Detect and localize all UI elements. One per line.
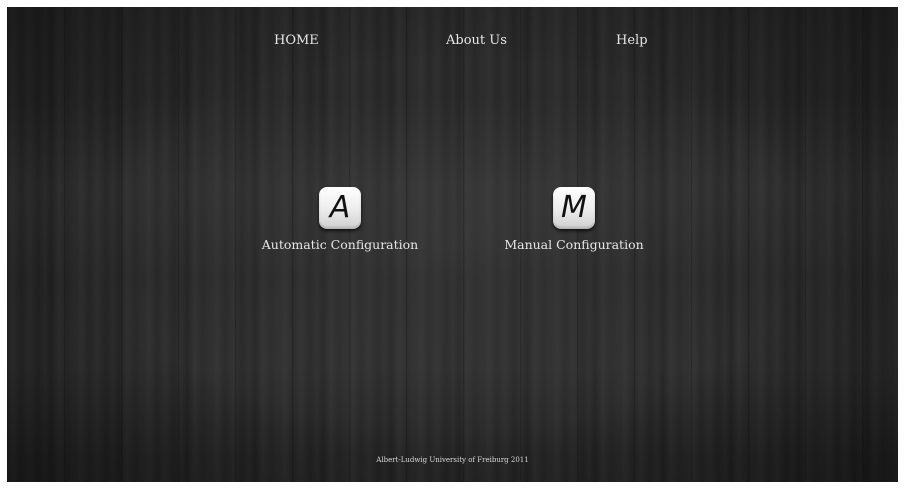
automatic-configuration-label[interactable]: Automatic Configuration: [257, 237, 423, 252]
footer-copyright: Albert-Ludwig University of Freiburg 201…: [376, 456, 529, 464]
automatic-configuration-option[interactable]: A Automatic Configuration: [257, 187, 423, 252]
nav-link-about-us[interactable]: About Us: [446, 33, 507, 48]
nav-link-home[interactable]: HOME: [274, 33, 319, 48]
manual-configuration-option[interactable]: M Manual Configuration: [499, 187, 649, 252]
top-navigation: HOME About Us Help: [7, 33, 898, 53]
manual-configuration-label[interactable]: Manual Configuration: [499, 237, 649, 252]
nav-link-help[interactable]: Help: [616, 33, 648, 48]
letter-a-icon[interactable]: A: [319, 187, 361, 229]
letter-m-icon[interactable]: M: [553, 187, 595, 229]
page-background: HOME About Us Help A Automatic Configura…: [7, 7, 898, 482]
